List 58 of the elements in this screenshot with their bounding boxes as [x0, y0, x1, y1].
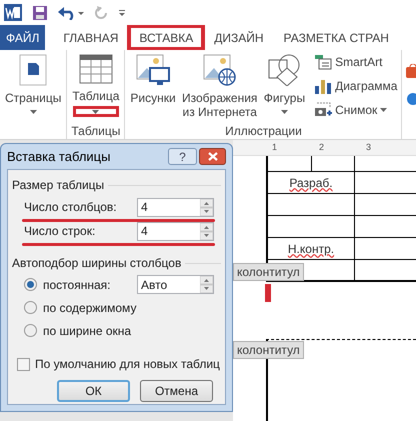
help-button[interactable]: ? — [168, 148, 197, 165]
close-icon — [208, 152, 218, 161]
page-icon — [18, 54, 48, 86]
chart-button[interactable]: Диаграмма — [314, 76, 398, 96]
footer-label: колонтитул — [233, 263, 304, 281]
table-cell-text: Разраб. — [289, 174, 333, 192]
field-label: Число столбцов: — [24, 199, 118, 216]
screenshot-button[interactable]: Снимок — [314, 100, 398, 120]
radio-label: по содержимому — [43, 300, 138, 316]
smartart-button[interactable]: SmartArt — [314, 52, 398, 72]
redo-icon — [94, 6, 108, 20]
header-label: колонтитул — [233, 341, 304, 359]
undo-icon — [58, 6, 84, 20]
bag-icon — [406, 64, 416, 78]
customize-icon — [118, 8, 126, 16]
pages-button[interactable]: Страницы — [4, 50, 62, 122]
smartart-icon — [314, 54, 332, 70]
checkbox[interactable] — [17, 358, 30, 370]
pictures-button[interactable]: Рисунки — [129, 50, 177, 122]
file-tab[interactable]: ФАЙЛ — [0, 25, 46, 50]
number-field[interactable]: Авто — [137, 275, 214, 294]
spinner-icon — [200, 276, 213, 293]
picture-globe-icon — [202, 54, 237, 86]
camera-icon — [314, 102, 332, 118]
spinner-icon — [200, 198, 213, 216]
group-label: Иллюстрации — [224, 123, 303, 139]
table-button[interactable]: Таблица — [71, 50, 120, 122]
radio-label: по ширине окна — [43, 322, 132, 340]
dialog-title: Вставка таблицы — [7, 148, 112, 166]
app-logo-icon — [4, 4, 22, 21]
number-field[interactable]: 4 — [137, 222, 214, 240]
shapes-icon — [267, 54, 302, 86]
bar-chart-icon — [314, 78, 332, 94]
group-label: Таблицы — [71, 123, 120, 139]
close-button[interactable] — [199, 148, 226, 165]
radio-button[interactable] — [24, 301, 37, 314]
table-icon — [78, 54, 113, 84]
checkbox-label: По умолчанию для новых таблиц — [35, 356, 220, 373]
radio-button[interactable] — [24, 324, 37, 337]
dialog-button[interactable]: ОК — [57, 380, 130, 402]
ruler: 1 2 3 — [233, 140, 416, 156]
table-cell-text: Н.контр. — [288, 240, 334, 258]
ribbon-tab[interactable]: ВСТАВКА — [128, 25, 204, 50]
shapes-button[interactable]: Фигуры — [262, 50, 306, 122]
ribbon-tab[interactable]: РАЗМЕТКА СТРАН — [274, 25, 399, 50]
picture-monitor-icon — [136, 54, 170, 86]
group-title: Размер таблицы — [12, 177, 104, 194]
ribbon-tab[interactable]: ДИЗАЙН — [204, 25, 274, 50]
field-label: Число строк: — [24, 223, 96, 240]
online-button[interactable]: Изображения из Интернета — [178, 50, 261, 122]
number-field[interactable]: 4 — [137, 198, 214, 216]
save-icon — [32, 4, 48, 20]
radio-button[interactable] — [24, 278, 37, 291]
ribbon-tab[interactable]: ГЛАВНАЯ — [53, 25, 128, 50]
dialog-button[interactable]: Отмена — [140, 380, 213, 402]
radio-label: постоянная: — [43, 276, 112, 294]
spinner-icon — [200, 222, 213, 240]
group-title: Автоподбор ширины столбцов — [12, 255, 182, 272]
